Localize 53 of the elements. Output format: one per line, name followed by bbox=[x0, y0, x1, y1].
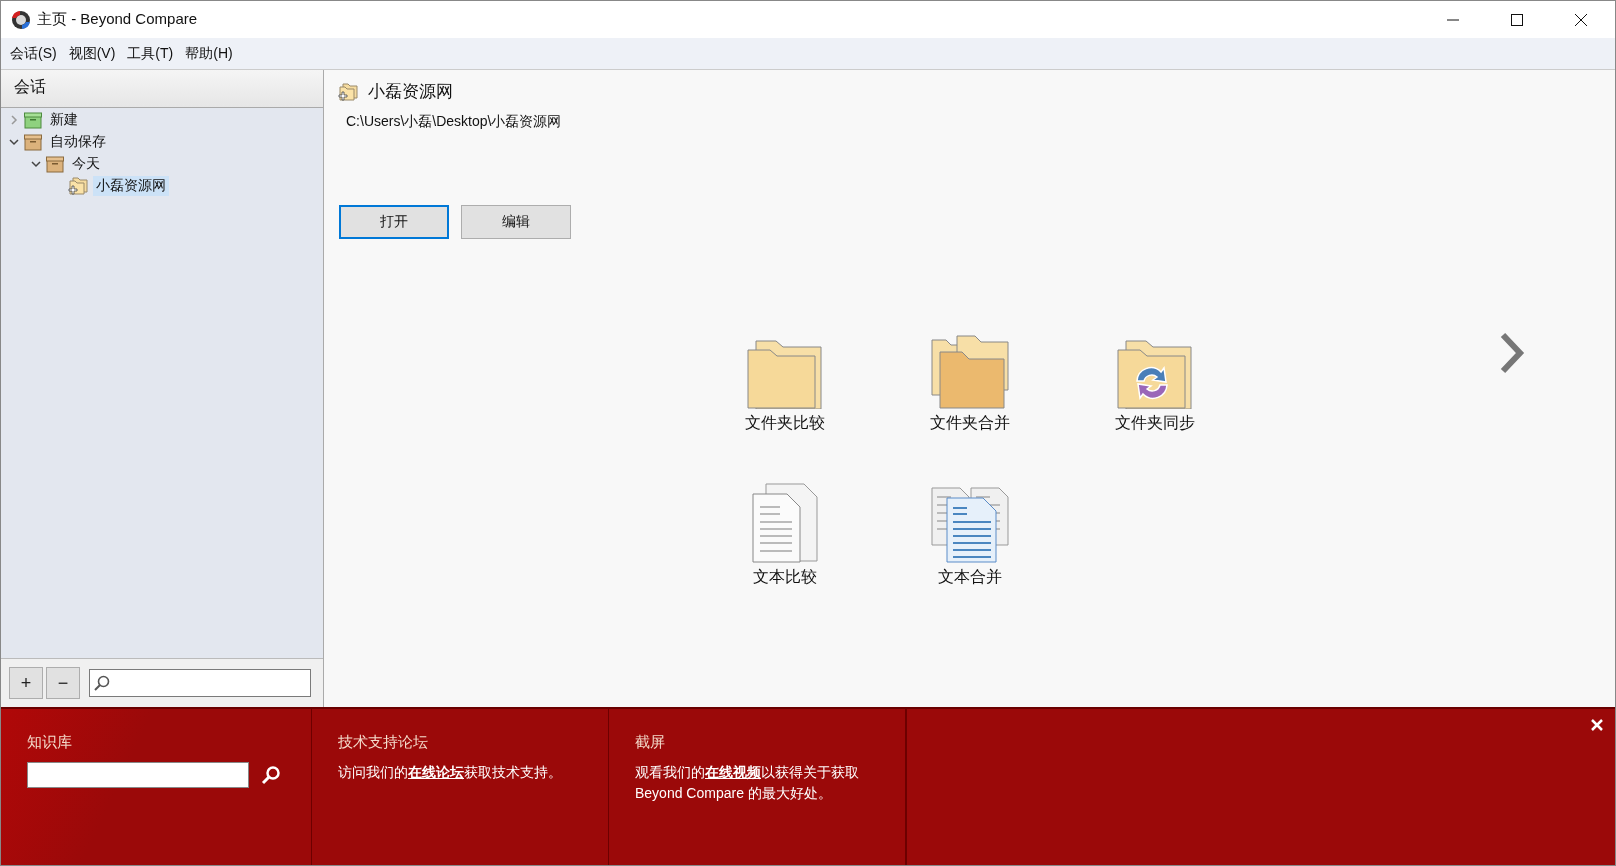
search-field[interactable] bbox=[27, 762, 249, 788]
link[interactable]: 在线论坛 bbox=[408, 764, 464, 780]
folders-sync-icon bbox=[1116, 339, 1193, 409]
launcher-tile[interactable]: 文件夹同步 bbox=[1062, 319, 1247, 467]
section-title: 知识库 bbox=[27, 733, 73, 752]
edit-button[interactable]: 编辑 bbox=[461, 205, 571, 239]
chevron-right-icon[interactable] bbox=[1499, 332, 1525, 374]
three-documents-icon bbox=[930, 487, 1009, 563]
menu-item[interactable]: 工具(T) bbox=[127, 44, 174, 63]
open-button[interactable]: 打开 bbox=[339, 205, 449, 239]
box-icon bbox=[24, 133, 42, 151]
session-path: C:\Users\小磊\Desktop\小磊资源网 bbox=[346, 113, 563, 131]
search-icon bbox=[94, 675, 110, 691]
add-button[interactable]: + bbox=[9, 667, 43, 699]
launcher-label: 文件夹比较 bbox=[744, 413, 825, 433]
close-icon[interactable] bbox=[1575, 13, 1587, 26]
box-icon bbox=[46, 155, 64, 173]
three-folders-icon bbox=[930, 335, 1009, 409]
remove-button[interactable]: − bbox=[46, 667, 80, 699]
app-logo-icon bbox=[11, 9, 31, 30]
menu-item[interactable]: 视图(V) bbox=[68, 44, 116, 63]
launcher-tile[interactable]: 文件夹合并 bbox=[877, 319, 1062, 467]
search-icon[interactable] bbox=[261, 765, 281, 785]
section-title: 技术支持论坛 bbox=[338, 733, 429, 752]
link[interactable]: 在线视频 bbox=[705, 764, 761, 780]
tree-item[interactable]: 新建 bbox=[47, 110, 81, 130]
window-title: 主页 - Beyond Compare bbox=[37, 10, 198, 29]
sidebar-header: 会话 bbox=[1, 70, 323, 108]
menu-item[interactable]: 会话(S) bbox=[10, 44, 57, 63]
menu-item[interactable]: 帮助(H) bbox=[185, 44, 233, 63]
new-box-icon bbox=[24, 111, 42, 129]
section-title: 截屏 bbox=[635, 733, 666, 752]
two-folders-icon bbox=[746, 339, 823, 409]
launcher-label: 文本比较 bbox=[752, 567, 817, 587]
launcher-tile[interactable]: 文本合并 bbox=[877, 473, 1062, 621]
launcher-tile[interactable]: 文件夹比较 bbox=[692, 319, 877, 467]
section-text: 访问我们的在线论坛获取技术支持。 bbox=[338, 763, 563, 782]
folder-plus-icon bbox=[338, 82, 358, 101]
chevron-down-icon[interactable] bbox=[9, 137, 19, 147]
search-field[interactable] bbox=[89, 669, 311, 697]
two-documents-icon bbox=[751, 483, 818, 563]
launcher-label: 文件夹合并 bbox=[929, 413, 1010, 433]
session-title: 小磊资源网 bbox=[368, 81, 453, 103]
launcher-label: 文件夹同步 bbox=[1114, 413, 1195, 433]
tree-item[interactable]: 小磊资源网 bbox=[93, 176, 169, 196]
chevron-down-icon[interactable] bbox=[31, 159, 41, 169]
maximize-icon[interactable] bbox=[1511, 13, 1523, 26]
tree-item[interactable]: 自动保存 bbox=[47, 132, 109, 152]
tree-item[interactable]: 今天 bbox=[69, 154, 103, 174]
launcher-tile[interactable]: 文本比较 bbox=[692, 473, 877, 621]
launcher-label: 文本合并 bbox=[937, 567, 1002, 587]
section-text: 观看我们的在线视频以获得关于获取 Beyond Compare 的最大好处。 bbox=[635, 763, 860, 803]
folder-plus-icon bbox=[68, 177, 88, 195]
